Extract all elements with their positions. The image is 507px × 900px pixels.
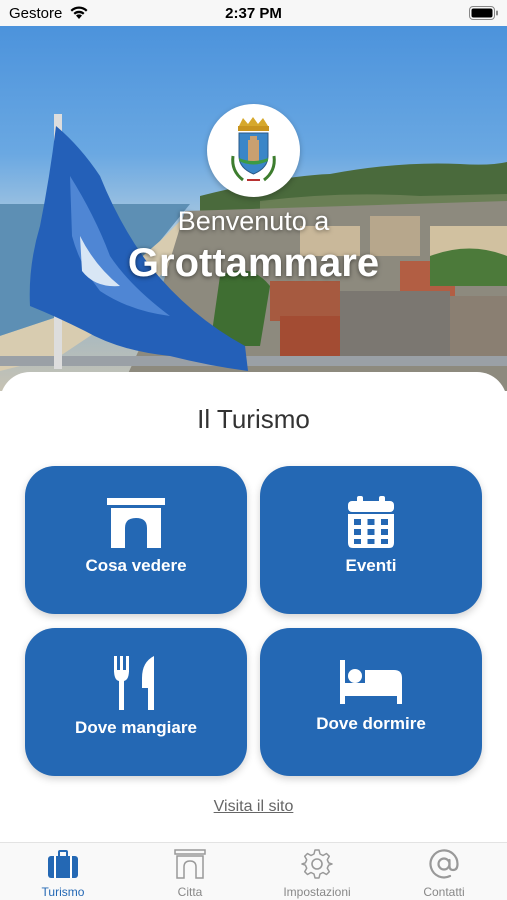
- tile-dove-mangiare[interactable]: Dove mangiare: [25, 628, 247, 776]
- welcome-text: Benvenuto a: [177, 206, 330, 236]
- tile-eventi[interactable]: Eventi: [260, 466, 482, 614]
- gear-icon: [301, 849, 333, 879]
- tab-label: Citta: [177, 885, 203, 899]
- fork-knife-icon: [114, 656, 154, 710]
- tile-dove-dormire[interactable]: Dove dormire: [260, 628, 482, 776]
- town-crest: [207, 104, 300, 197]
- tab-label: Turismo: [41, 885, 85, 899]
- status-bar: Gestore 2:37 PM: [0, 0, 507, 26]
- arch-icon: [174, 849, 206, 879]
- tab-turismo[interactable]: Turismo: [0, 843, 126, 900]
- tile-cosa-vedere[interactable]: Cosa vedere: [25, 466, 247, 614]
- tourism-panel: Il Turismo Cosa vedere Eventi Dove mangi…: [0, 372, 507, 842]
- calendar-icon: [348, 496, 394, 548]
- arch-icon: [107, 498, 165, 548]
- suitcase-icon: [48, 850, 78, 878]
- tile-label: Cosa vedere: [85, 556, 187, 575]
- bed-icon: [340, 660, 402, 704]
- tab-contatti[interactable]: Contatti: [381, 843, 507, 900]
- tile-label: Dove dormire: [316, 714, 426, 733]
- city-name: Grottammare: [127, 241, 380, 285]
- tab-label: Contatti: [423, 885, 465, 899]
- visit-site-link[interactable]: Visita il sito: [0, 798, 507, 816]
- hero-banner: Benvenuto a Grottammare: [0, 26, 507, 391]
- tile-label: Eventi: [345, 556, 397, 575]
- clock: 2:37 PM: [225, 5, 282, 22]
- tile-label: Dove mangiare: [75, 718, 197, 737]
- tab-impostazioni[interactable]: Impostazioni: [254, 843, 380, 900]
- tab-label: Impostazioni: [283, 885, 351, 899]
- tab-bar: Turismo Citta Impostazioni Contatti: [0, 842, 507, 900]
- battery-icon: [469, 6, 498, 20]
- coat-of-arms-icon: [231, 117, 276, 182]
- at-icon: [429, 849, 459, 879]
- section-title: Il Turismo: [197, 404, 310, 434]
- tab-citta[interactable]: Citta: [127, 843, 253, 900]
